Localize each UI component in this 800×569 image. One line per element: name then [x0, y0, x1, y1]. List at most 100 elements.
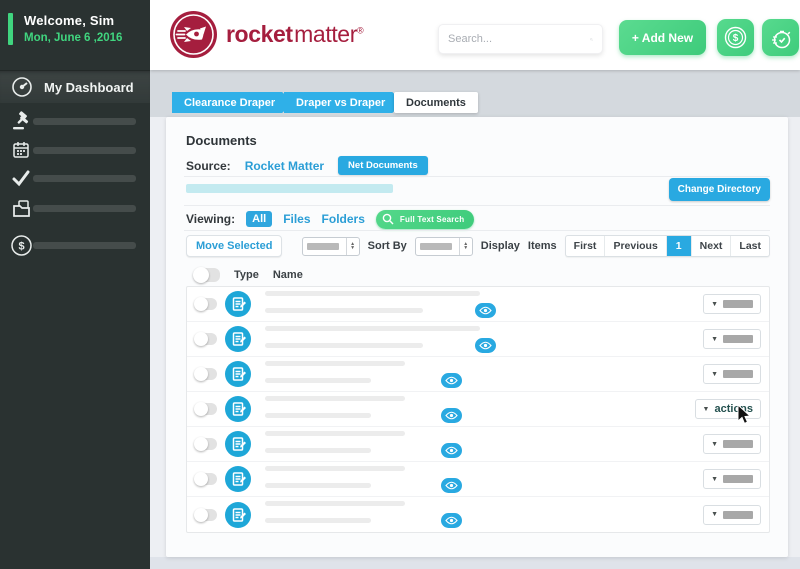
document-type-icon[interactable]: [225, 291, 251, 317]
actions-placeholder: [723, 511, 753, 519]
tab-draper-vs-draper[interactable]: Draper vs Draper: [284, 92, 403, 113]
row-actions-dropdown[interactable]: ▼: [703, 329, 761, 349]
row-actions-dropdown[interactable]: ▼: [703, 505, 761, 525]
filter-files-button[interactable]: Files: [283, 212, 310, 226]
actions-placeholder: [723, 335, 753, 343]
sidebar-item-tasks[interactable]: [0, 165, 150, 191]
folder-documents-icon: [9, 196, 33, 220]
documents-panel: Documents Source: Rocket Matter Net Docu…: [166, 117, 788, 557]
select-all-toggle[interactable]: [194, 268, 220, 282]
toggle-knob: [194, 437, 208, 451]
change-directory-button[interactable]: Change Directory: [669, 178, 770, 201]
row-actions-dropdown[interactable]: ▼: [703, 434, 761, 454]
sidebar-item-dashboard[interactable]: My Dashboard: [0, 70, 150, 103]
topbar: rocket matter® + Add New $: [150, 0, 800, 70]
calendar-icon: [9, 138, 33, 162]
row-select-toggle[interactable]: [195, 438, 217, 450]
checkmark-icon: [9, 166, 33, 190]
documents-table: Type Name: [186, 263, 770, 533]
name-line-1: [265, 291, 480, 296]
billing-button[interactable]: $: [717, 19, 754, 56]
document-type-icon[interactable]: [225, 396, 251, 422]
pagination-last[interactable]: Last: [731, 236, 769, 256]
preview-eye-icon[interactable]: [441, 373, 462, 388]
timer-button[interactable]: [762, 19, 799, 56]
row-select-toggle[interactable]: [195, 509, 217, 521]
source-rocket-matter-link[interactable]: Rocket Matter: [245, 159, 324, 173]
row-actions-dropdown[interactable]: ▼ actions: [695, 399, 761, 419]
chevron-down-icon: ▼: [711, 301, 718, 308]
toggle-knob: [194, 402, 208, 416]
sort-pagination-controls: ▲▼ Sort By ▲▼ Display Items First Previo…: [302, 235, 770, 257]
actions-placeholder: [723, 370, 753, 378]
preview-eye-icon[interactable]: [441, 478, 462, 493]
brand-name: rocket matter®: [226, 21, 363, 48]
document-type-icon[interactable]: [225, 466, 251, 492]
preview-eye-icon[interactable]: [441, 408, 462, 423]
tab-documents[interactable]: Documents: [394, 92, 478, 113]
document-name-placeholder: [265, 431, 462, 458]
toggle-knob: [194, 508, 208, 522]
preview-eye-icon[interactable]: [441, 443, 462, 458]
name-line-2: [265, 343, 423, 348]
document-type-icon[interactable]: [225, 361, 251, 387]
table-toolbar: Move Selected ▲▼ Sort By ▲▼ Display Item…: [186, 234, 770, 258]
sidebar-item-calendar[interactable]: [0, 137, 150, 163]
source-net-documents-button[interactable]: Net Documents: [338, 156, 428, 175]
preview-eye-icon[interactable]: [441, 513, 462, 528]
row-actions-dropdown[interactable]: ▼: [703, 294, 761, 314]
add-new-button[interactable]: + Add New: [619, 20, 706, 55]
document-type-icon[interactable]: [225, 326, 251, 352]
svg-text:$: $: [733, 33, 739, 44]
column-header-name: Name: [273, 269, 303, 281]
name-line-1: [265, 431, 405, 436]
row-select-toggle[interactable]: [195, 473, 217, 485]
name-line-1: [265, 361, 405, 366]
sidebar-item-documents[interactable]: [0, 195, 150, 221]
row-select-toggle[interactable]: [195, 403, 217, 415]
sort-field-select[interactable]: ▲▼: [302, 237, 360, 256]
welcome-accent-bar: [8, 13, 13, 45]
rocket-logo-icon: [170, 11, 217, 58]
select-stepper-icon: ▲▼: [459, 238, 472, 255]
preview-eye-icon[interactable]: [475, 303, 496, 318]
sidebar-item-billing[interactable]: $: [0, 232, 150, 258]
pagination-previous[interactable]: Previous: [605, 236, 666, 256]
row-actions-dropdown[interactable]: ▼: [703, 364, 761, 384]
table-row: ▼: [187, 287, 769, 322]
document-type-icon[interactable]: [225, 431, 251, 457]
document-name-placeholder: [265, 501, 462, 528]
filter-folders-button[interactable]: Folders: [322, 212, 365, 226]
preview-eye-icon[interactable]: [475, 338, 496, 353]
row-select-toggle[interactable]: [195, 333, 217, 345]
move-selected-button[interactable]: Move Selected: [186, 235, 282, 257]
brand-logo[interactable]: rocket matter®: [170, 11, 363, 58]
display-label: Display: [481, 240, 520, 252]
document-name-placeholder: [265, 396, 462, 423]
full-text-search-button[interactable]: Full Text Search: [376, 210, 474, 229]
select-value-placeholder: [420, 243, 452, 250]
tab-clearance-draper[interactable]: Clearance Draper: [172, 92, 293, 113]
welcome-text: Welcome, Sim: [24, 13, 122, 28]
pagination-next[interactable]: Next: [692, 236, 732, 256]
display-count-select[interactable]: ▲▼: [415, 237, 473, 256]
brand-reg-mark: ®: [357, 25, 363, 35]
name-line-1: [265, 466, 405, 471]
dollar-circle-icon: $: [9, 233, 33, 257]
filter-all-button[interactable]: All: [246, 211, 272, 227]
row-select-toggle[interactable]: [195, 298, 217, 310]
toggle-knob: [193, 267, 209, 283]
row-actions-dropdown[interactable]: ▼: [703, 469, 761, 489]
name-line-1: [265, 396, 405, 401]
document-type-icon[interactable]: [225, 502, 251, 528]
select-value-placeholder: [307, 243, 339, 250]
pagination-page-1[interactable]: 1: [667, 236, 692, 256]
search-icon[interactable]: [590, 31, 593, 48]
name-line-1: [265, 501, 405, 506]
row-select-toggle[interactable]: [195, 368, 217, 380]
table-row: ▼: [187, 427, 769, 462]
sidebar-item-matters[interactable]: [0, 108, 150, 134]
search-input[interactable]: [448, 33, 590, 45]
pagination-first[interactable]: First: [566, 236, 606, 256]
document-name-placeholder: [265, 466, 462, 493]
